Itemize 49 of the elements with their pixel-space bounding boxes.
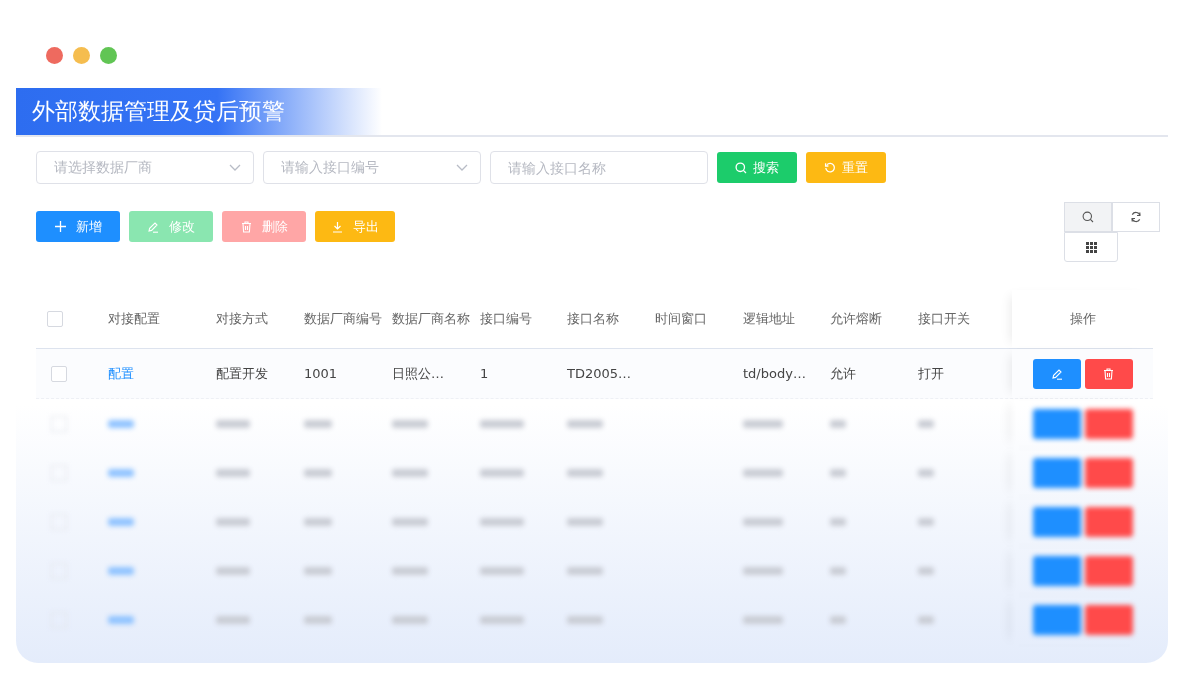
column-header: 操作 <box>1069 310 1096 328</box>
search-button[interactable]: 搜索 <box>717 152 797 183</box>
column-header: 允许熔断 <box>830 311 882 326</box>
page-title: 外部数据管理及贷后预警 <box>32 97 285 126</box>
checkbox[interactable] <box>47 311 63 327</box>
table-cell: 允许 <box>830 365 856 381</box>
columns-button[interactable] <box>1064 232 1118 262</box>
table-cell: 1 <box>480 366 489 381</box>
column-header: 接口开关 <box>918 311 970 326</box>
column-header: 时间窗口 <box>655 311 707 326</box>
search-icon <box>1082 211 1094 223</box>
export-button[interactable]: 导出 <box>315 211 395 242</box>
column-header: 数据厂商名称 <box>392 311 470 326</box>
reset-icon <box>824 161 836 174</box>
config-link[interactable]: 配置 <box>108 365 134 381</box>
window-control-icon[interactable] <box>46 47 63 64</box>
trash-icon <box>1103 367 1114 380</box>
download-icon <box>331 220 343 233</box>
delete-button[interactable] <box>1084 358 1133 389</box>
table-cell: 日照公… <box>392 365 444 381</box>
column-header: 对接方式 <box>216 311 268 326</box>
select-field[interactable]: 请输入接口编号 <box>263 151 481 184</box>
table-cell: 配置开发 <box>216 365 268 381</box>
column-header: 对接配置 <box>108 311 160 326</box>
column-header: 接口名称 <box>567 311 619 326</box>
add-button[interactable]: 新增 <box>36 211 120 242</box>
window-control-icon[interactable] <box>73 47 90 64</box>
table-cell: td/body… <box>743 366 806 381</box>
chevron-down-icon <box>229 163 241 172</box>
pencil-icon <box>147 220 159 233</box>
refresh-icon <box>1130 211 1142 223</box>
checkbox[interactable] <box>51 365 67 382</box>
column-header: 逻辑地址 <box>743 311 795 326</box>
column-header: 接口编号 <box>480 311 532 326</box>
window-control-icon[interactable] <box>100 47 117 64</box>
column-header: 数据厂商编号 <box>304 311 382 326</box>
input-field[interactable]: 请输入接口名称 <box>490 151 708 184</box>
plus-icon <box>54 221 66 232</box>
table-cell: 1001 <box>304 366 338 381</box>
table-cell: TD2005… <box>567 366 632 381</box>
chevron-down-icon <box>456 163 468 172</box>
pencil-icon <box>1050 367 1063 380</box>
grid-icon <box>1085 241 1097 253</box>
search-icon <box>735 161 747 174</box>
edit-button[interactable] <box>1032 358 1081 389</box>
trash-icon <box>240 220 252 233</box>
table-cell: 打开 <box>918 365 944 381</box>
reset-button[interactable]: 重置 <box>806 152 886 183</box>
select-field[interactable]: 请选择数据厂商 <box>36 151 254 184</box>
